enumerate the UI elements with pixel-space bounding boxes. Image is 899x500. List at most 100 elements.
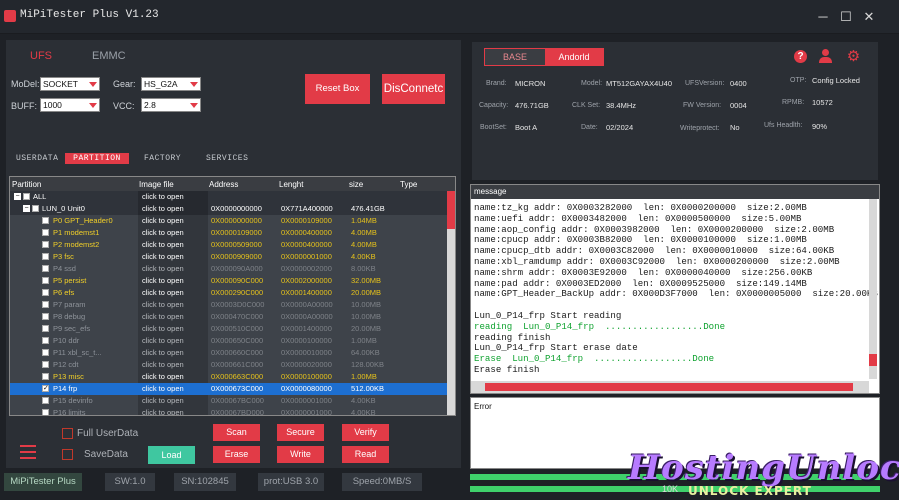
- table-row[interactable]: P14 frp click to open 0X000673C000 0X000008…: [10, 383, 448, 395]
- row-checkbox[interactable]: [42, 383, 49, 395]
- image-file-link[interactable]: click to open: [142, 263, 184, 275]
- partition-length: 0X0000001000: [281, 408, 332, 416]
- row-checkbox[interactable]: [42, 337, 49, 344]
- model-select[interactable]: SOCKET: [40, 77, 100, 91]
- full-userdata-checkbox[interactable]: [62, 428, 73, 439]
- row-checkbox[interactable]: [42, 313, 49, 320]
- image-file-link[interactable]: click to open: [142, 371, 184, 383]
- table-row[interactable]: P4 ssd click to open 0X000090A000 0X0000002…: [10, 263, 448, 275]
- table-scrollbar[interactable]: [447, 191, 455, 415]
- table-row[interactable]: P3 fsc click to open 0X0000909000 0X0000001…: [10, 251, 448, 263]
- gear-select[interactable]: HS_G2A: [141, 77, 201, 91]
- image-file-link[interactable]: click to open: [142, 215, 184, 227]
- row-checkbox[interactable]: [42, 229, 49, 236]
- image-file-link[interactable]: click to open: [142, 407, 184, 415]
- brand-value: MICRON: [515, 79, 546, 88]
- minimize-button[interactable]: ─: [814, 8, 832, 26]
- row-checkbox[interactable]: [42, 277, 49, 284]
- image-file-link[interactable]: click to open: [142, 383, 184, 395]
- image-file-link[interactable]: click to open: [142, 323, 184, 335]
- image-file-link[interactable]: click to open: [142, 335, 184, 347]
- table-row[interactable]: P7 param click to open 0X0003D0C000 0X0000A…: [10, 299, 448, 311]
- message-vscroll-thumb[interactable]: [869, 354, 877, 366]
- row-checkbox[interactable]: [42, 301, 49, 308]
- partition-length: 0X0001400000: [281, 288, 332, 297]
- row-checkbox[interactable]: [42, 241, 49, 248]
- image-file-link[interactable]: click to open: [142, 275, 184, 287]
- load-button[interactable]: Load: [148, 446, 195, 464]
- table-row[interactable]: P15 devinfo click to open 0X00067BC000 0X00…: [10, 395, 448, 407]
- subtab-factory[interactable]: FACTORY: [144, 153, 181, 164]
- table-row[interactable]: − LUN_0 Unit0 click to open 0X0000000000 0X7…: [10, 203, 448, 215]
- table-row[interactable]: P8 debug click to open 0X000470C000 0X0000A…: [10, 311, 448, 323]
- table-row[interactable]: P6 efs click to open 0X000290C000 0X0001400…: [10, 287, 448, 299]
- table-row[interactable]: P12 cdt click to open 0X000661C000 0X000002…: [10, 359, 448, 371]
- table-row[interactable]: P1 modemst1 click to open 0X0000109000 0X00…: [10, 227, 448, 239]
- tab-base[interactable]: BASE: [485, 49, 545, 65]
- collapse-icon[interactable]: −: [23, 205, 30, 212]
- row-checkbox[interactable]: [42, 289, 49, 296]
- row-checkbox[interactable]: [42, 253, 49, 260]
- table-row[interactable]: P13 misc click to open 0X000663C000 0X00001…: [10, 371, 448, 383]
- image-file-link[interactable]: click to open: [142, 359, 184, 371]
- image-file-link[interactable]: click to open: [142, 191, 184, 203]
- menu-icon[interactable]: [20, 445, 36, 459]
- gear-icon[interactable]: ⚙: [846, 49, 861, 64]
- dropdown-arrow-icon: [89, 82, 97, 87]
- image-file-link[interactable]: click to open: [142, 395, 184, 407]
- table-row[interactable]: P0 GPT_Header0 click to open 0X0000000000 0…: [10, 215, 448, 227]
- table-row[interactable]: P16 limits click to open 0X00067BD000 0X000…: [10, 407, 448, 416]
- message-hscroll-thumb[interactable]: [485, 383, 853, 391]
- row-checkbox[interactable]: [42, 409, 49, 415]
- write-button[interactable]: Write: [277, 446, 324, 463]
- message-vscrollbar[interactable]: [869, 199, 877, 379]
- reset-box-button[interactable]: Reset Box: [305, 74, 370, 104]
- row-checkbox[interactable]: [42, 217, 49, 224]
- image-file-link[interactable]: click to open: [142, 311, 184, 323]
- image-file-link[interactable]: click to open: [142, 347, 184, 359]
- maximize-button[interactable]: ☐: [837, 8, 855, 26]
- row-checkbox[interactable]: [32, 205, 39, 212]
- close-button[interactable]: ✕: [860, 8, 878, 26]
- table-scroll-thumb[interactable]: [447, 191, 455, 229]
- row-checkbox[interactable]: [42, 265, 49, 272]
- secure-button[interactable]: Secure: [277, 424, 324, 441]
- scan-button[interactable]: Scan: [213, 424, 260, 441]
- bootset-value: Boot A: [515, 123, 538, 132]
- image-file-link[interactable]: click to open: [142, 287, 184, 299]
- tab-android[interactable]: Andorld: [545, 49, 603, 65]
- collapse-icon[interactable]: −: [14, 193, 21, 200]
- read-button[interactable]: Read: [342, 446, 389, 463]
- row-checkbox[interactable]: [42, 349, 49, 356]
- table-row[interactable]: P11 xbl_sc_t... click to open 0X000660C000…: [10, 347, 448, 359]
- row-checkbox[interactable]: [23, 193, 30, 200]
- disconnect-button[interactable]: DisConnetc: [382, 74, 445, 104]
- table-row[interactable]: − ALL click to open: [10, 191, 448, 203]
- erase-button[interactable]: Erase: [213, 446, 260, 463]
- savedata-checkbox[interactable]: [62, 449, 73, 460]
- tab-ufs[interactable]: UFS: [30, 50, 52, 62]
- image-file-link[interactable]: click to open: [142, 251, 184, 263]
- image-file-link[interactable]: click to open: [142, 239, 184, 251]
- table-row[interactable]: P10 ddr click to open 0X000650C000 0X000010…: [10, 335, 448, 347]
- table-row[interactable]: P5 persist click to open 0X000090C000 0X000…: [10, 275, 448, 287]
- row-checkbox[interactable]: [42, 325, 49, 332]
- verify-button[interactable]: Verify: [342, 424, 389, 441]
- vcc-select[interactable]: 2.8: [141, 98, 201, 112]
- buff-select[interactable]: 1000: [40, 98, 100, 112]
- image-file-link[interactable]: click to open: [142, 299, 184, 311]
- subtab-services[interactable]: SERVICES: [206, 153, 248, 164]
- image-file-link[interactable]: click to open: [142, 203, 184, 215]
- user-icon[interactable]: [819, 49, 833, 64]
- tab-emmc[interactable]: EMMC: [92, 50, 126, 62]
- help-icon[interactable]: ?: [794, 50, 807, 63]
- subtab-userdata[interactable]: USERDATA: [16, 153, 58, 164]
- row-checkbox[interactable]: [42, 397, 49, 404]
- subtab-partition[interactable]: PARTITION: [65, 153, 129, 164]
- row-checkbox[interactable]: [42, 373, 49, 380]
- message-hscrollbar[interactable]: [471, 381, 869, 393]
- image-file-link[interactable]: click to open: [142, 227, 184, 239]
- table-row[interactable]: P2 modemst2 click to open 0X0000509000 0X00…: [10, 239, 448, 251]
- table-row[interactable]: P9 sec_efs click to open 0X000510C000 0X000…: [10, 323, 448, 335]
- row-checkbox[interactable]: [42, 361, 49, 368]
